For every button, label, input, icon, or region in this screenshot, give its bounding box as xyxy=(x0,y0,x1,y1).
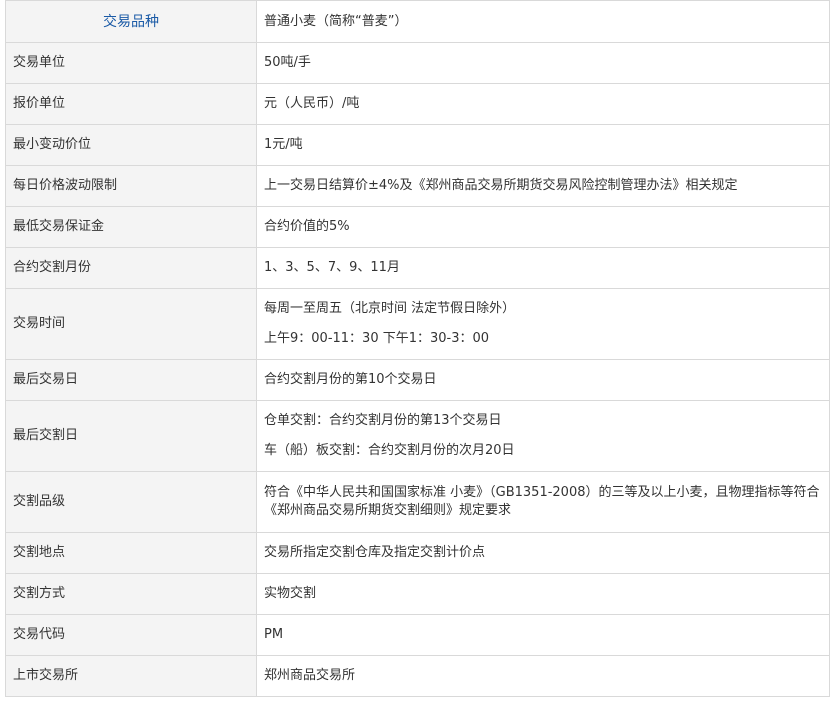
value-line: 实物交割 xyxy=(264,586,317,601)
row-key: 最后交易日 xyxy=(5,359,257,401)
value-line: 交易所指定交割仓库及指定交割计价点 xyxy=(264,545,486,560)
row-key: 最后交割日 xyxy=(5,400,257,472)
value-line: 1、3、5、7、9、11月 xyxy=(264,260,400,275)
row-key: 交割地点 xyxy=(5,532,257,574)
value-line: 元（人民币）/吨 xyxy=(264,96,360,111)
value-line: 仓单交割：合约交割月份的第13个交易日 xyxy=(264,413,502,428)
row-value: 仓单交割：合约交割月份的第13个交易日 车（船）板交割：合约交割月份的次月20日 xyxy=(256,400,830,472)
table-row: 每日价格波动限制 上一交易日结算价±4%及《郑州商品交易所期货交易风险控制管理办… xyxy=(5,165,830,207)
row-key: 上市交易所 xyxy=(5,655,257,697)
row-value: 交易所指定交割仓库及指定交割计价点 xyxy=(256,532,830,574)
value-line: 每周一至周五（北京时间 法定节假日除外） xyxy=(264,301,516,316)
row-key: 交割品级 xyxy=(5,471,257,533)
table-row: 上市交易所 郑州商品交易所 xyxy=(5,655,830,697)
row-value: 1、3、5、7、9、11月 xyxy=(256,247,830,289)
row-key: 交易时间 xyxy=(5,288,257,360)
table-row: 交易品种 普通小麦（简称“普麦”） xyxy=(5,0,830,43)
table-row: 交易时间 每周一至周五（北京时间 法定节假日除外） 上午9：00-11：30 下… xyxy=(5,288,830,360)
row-key: 交易单位 xyxy=(5,42,257,84)
value-line: 1元/吨 xyxy=(264,137,303,152)
row-value: 合约交割月份的第10个交易日 xyxy=(256,359,830,401)
value-line: 普通小麦（简称“普麦”） xyxy=(264,13,408,29)
value-line: 符合《中华人民共和国国家标准 小麦》（GB1351-2008）的三等及以上小麦，… xyxy=(264,485,820,518)
row-value: 1元/吨 xyxy=(256,124,830,166)
value-line: 上一交易日结算价±4%及《郑州商品交易所期货交易风险控制管理办法》相关规定 xyxy=(264,178,738,193)
row-value: 普通小麦（简称“普麦”） xyxy=(256,0,830,43)
table-row: 交割地点 交易所指定交割仓库及指定交割计价点 xyxy=(5,532,830,574)
row-value: 郑州商品交易所 xyxy=(256,655,830,697)
table-row: 最低交易保证金 合约价值的5% xyxy=(5,206,830,248)
value-line: 50吨/手 xyxy=(264,55,311,70)
row-value: 每周一至周五（北京时间 法定节假日除外） 上午9：00-11：30 下午1：30… xyxy=(256,288,830,360)
row-key: 报价单位 xyxy=(5,83,257,125)
table-row: 合约交割月份 1、3、5、7、9、11月 xyxy=(5,247,830,289)
value-line: 合约价值的5% xyxy=(264,219,350,234)
value-line: 车（船）板交割：合约交割月份的次月20日 xyxy=(264,443,515,458)
table-row: 报价单位 元（人民币）/吨 xyxy=(5,83,830,125)
row-value: 实物交割 xyxy=(256,573,830,615)
row-value: PM xyxy=(256,614,830,656)
row-value: 50吨/手 xyxy=(256,42,830,84)
row-key: 合约交割月份 xyxy=(5,247,257,289)
value-line: 上午9：00-11：30 下午1：30-3：00 xyxy=(264,331,490,346)
row-value: 合约价值的5% xyxy=(256,206,830,248)
row-value: 上一交易日结算价±4%及《郑州商品交易所期货交易风险控制管理办法》相关规定 xyxy=(256,165,830,207)
row-key: 交易代码 xyxy=(5,614,257,656)
table-row: 交割方式 实物交割 xyxy=(5,573,830,615)
row-value: 符合《中华人民共和国国家标准 小麦》（GB1351-2008）的三等及以上小麦，… xyxy=(256,471,830,533)
table-row: 交易单位 50吨/手 xyxy=(5,42,830,84)
value-line: PM xyxy=(264,627,284,642)
row-key: 交割方式 xyxy=(5,573,257,615)
table-row: 交割品级 符合《中华人民共和国国家标准 小麦》（GB1351-2008）的三等及… xyxy=(5,471,830,533)
row-key: 每日价格波动限制 xyxy=(5,165,257,207)
row-key: 最低交易保证金 xyxy=(5,206,257,248)
row-key: 交易品种 xyxy=(5,0,257,43)
contract-spec-table: 交易品种 普通小麦（简称“普麦”） 交易单位 50吨/手 报价单位 元（人民币）… xyxy=(5,0,830,697)
row-value: 元（人民币）/吨 xyxy=(256,83,830,125)
row-key: 最小变动价位 xyxy=(5,124,257,166)
value-line: 合约交割月份的第10个交易日 xyxy=(264,372,437,387)
value-line: 郑州商品交易所 xyxy=(264,668,356,683)
table-row: 最后交割日 仓单交割：合约交割月份的第13个交易日 车（船）板交割：合约交割月份… xyxy=(5,400,830,472)
table-row: 交易代码 PM xyxy=(5,614,830,656)
table-row: 最小变动价位 1元/吨 xyxy=(5,124,830,166)
table-row: 最后交易日 合约交割月份的第10个交易日 xyxy=(5,359,830,401)
